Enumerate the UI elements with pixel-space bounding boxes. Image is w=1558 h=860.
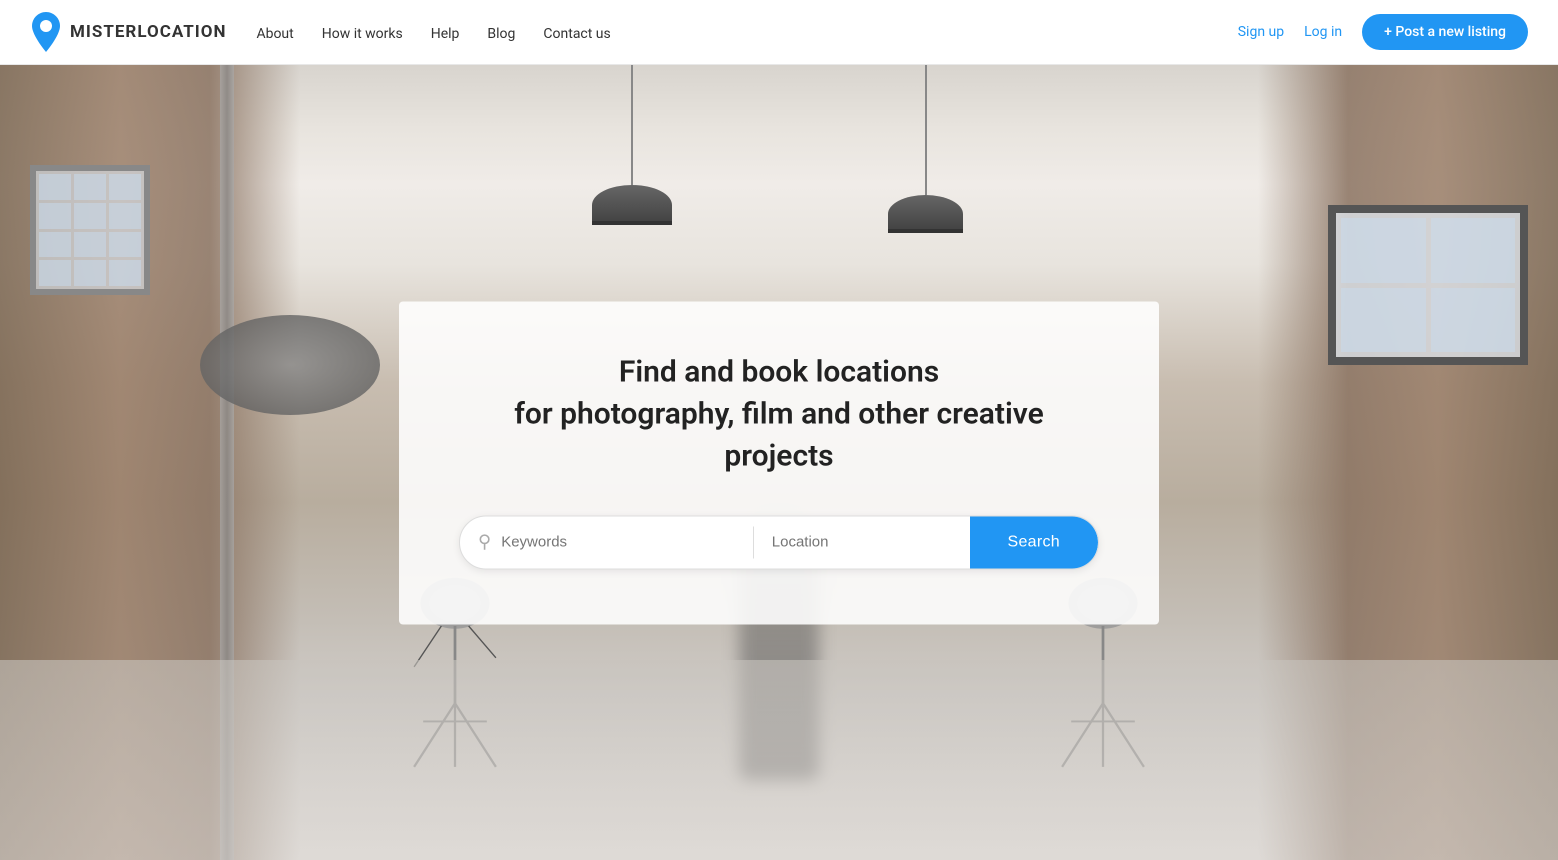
window-right: [1328, 205, 1528, 365]
log-in-link[interactable]: Log in: [1304, 24, 1342, 40]
nav-help[interactable]: Help: [431, 26, 460, 42]
hero-background: Find and book locations for photography,…: [0, 65, 1558, 860]
nav-blog[interactable]: Blog: [487, 26, 515, 42]
nav-right: Sign up Log in + Post a new listing: [1238, 14, 1528, 50]
nav-how-it-works[interactable]: How it works: [322, 26, 403, 42]
keywords-input[interactable]: [501, 534, 735, 551]
hero-section: Find and book locations for photography,…: [0, 65, 1558, 860]
post-listing-button[interactable]: + Post a new listing: [1362, 14, 1528, 50]
search-button[interactable]: Search: [970, 515, 1099, 569]
nav-about[interactable]: About: [256, 26, 293, 42]
location-input[interactable]: [772, 534, 952, 551]
logo-text: MISTERLOCATION: [70, 22, 226, 42]
logo-pin-icon: [30, 12, 62, 52]
floor: [0, 660, 1558, 860]
search-icon: ⚲: [478, 532, 491, 553]
nav-links: About How it works Help Blog Contact us: [256, 23, 610, 42]
sign-up-link[interactable]: Sign up: [1238, 24, 1284, 40]
hero-title: Find and book locations for photography,…: [459, 351, 1099, 477]
logo[interactable]: MISTERLOCATION: [30, 12, 226, 52]
lamp-right: [888, 65, 963, 233]
lamp-left: [592, 65, 672, 225]
search-overlay: Find and book locations for photography,…: [399, 301, 1159, 624]
navbar: MISTERLOCATION About How it works Help B…: [0, 0, 1558, 65]
search-bar: ⚲ Search: [459, 515, 1099, 569]
search-location-section: [754, 534, 970, 551]
duct-decoration: [200, 315, 380, 415]
nav-contact[interactable]: Contact us: [543, 26, 610, 42]
search-keywords-section: ⚲: [460, 532, 753, 553]
window-left: [30, 165, 150, 295]
